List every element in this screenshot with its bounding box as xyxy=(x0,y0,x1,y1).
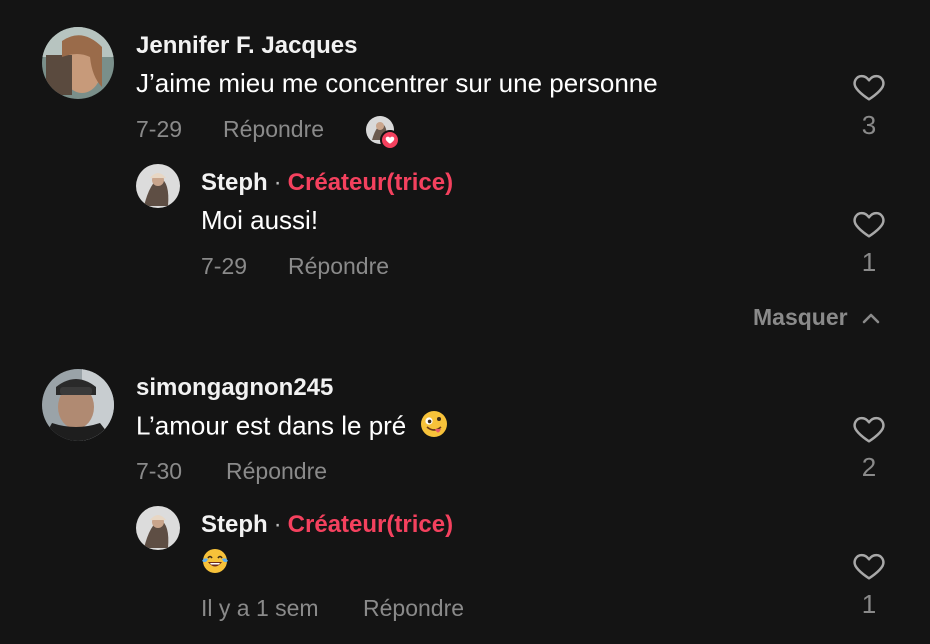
like-count: 1 xyxy=(861,247,877,277)
creator-avatar[interactable] xyxy=(136,164,180,208)
comment-username[interactable]: Jennifer F. Jacques xyxy=(136,32,357,60)
avatar[interactable] xyxy=(42,27,114,99)
reply-username[interactable]: Steph · Créateur(trice) xyxy=(201,511,453,539)
reply-username-text[interactable]: Steph xyxy=(201,169,268,196)
separator-dot: · xyxy=(273,511,282,538)
reply-username[interactable]: Steph · Créateur(trice) xyxy=(201,169,453,197)
reply-button[interactable]: Répondre xyxy=(223,116,324,143)
hide-replies-label: Masquer xyxy=(753,304,848,330)
reply-button[interactable]: Répondre xyxy=(226,458,327,485)
heart-icon[interactable] xyxy=(852,72,886,102)
zany-face-emoji-icon xyxy=(420,410,448,445)
reply-username-text[interactable]: Steph xyxy=(201,511,268,538)
comment-date: 7-29 xyxy=(136,116,183,142)
separator-dot: · xyxy=(273,169,282,196)
heart-icon[interactable] xyxy=(852,551,886,581)
tears-of-joy-emoji-icon xyxy=(201,547,229,582)
like-control: 1 xyxy=(849,551,889,620)
comment-text: J’aime mieu me concentrer sur une person… xyxy=(136,68,658,98)
reply-button[interactable]: Répondre xyxy=(288,253,389,280)
reply-button[interactable]: Répondre xyxy=(363,595,464,622)
heart-icon[interactable] xyxy=(852,209,886,239)
like-count: 1 xyxy=(861,589,877,619)
like-control: 2 xyxy=(849,414,889,483)
comments-panel: Jennifer F. Jacques J’aime mieu me conce… xyxy=(0,0,930,644)
chevron-up-icon xyxy=(862,313,879,323)
reply-date: 7-29 xyxy=(201,253,248,279)
comment-text-content: L’amour est dans le pré xyxy=(136,410,407,441)
reply-text: Moi aussi! xyxy=(201,205,319,235)
reply-date: Il y a 1 sem xyxy=(201,595,319,621)
heart-icon[interactable] xyxy=(852,414,886,444)
like-count: 2 xyxy=(861,452,877,482)
like-control: 1 xyxy=(849,209,889,278)
reply-text xyxy=(201,547,229,582)
creator-avatar[interactable] xyxy=(136,506,180,550)
comment-date: 7-30 xyxy=(136,458,183,484)
like-count: 3 xyxy=(861,110,877,140)
creator-liked-indicator xyxy=(366,116,400,150)
comment-username[interactable]: simongagnon245 xyxy=(136,374,333,402)
like-control: 3 xyxy=(849,72,889,141)
creator-badge: Créateur(trice) xyxy=(287,169,454,196)
comment-text: L’amour est dans le pré xyxy=(136,410,448,445)
heart-badge-icon xyxy=(380,130,400,150)
avatar[interactable] xyxy=(42,369,114,441)
hide-replies-button[interactable]: Masquer xyxy=(753,304,880,331)
creator-badge: Créateur(trice) xyxy=(287,511,454,538)
